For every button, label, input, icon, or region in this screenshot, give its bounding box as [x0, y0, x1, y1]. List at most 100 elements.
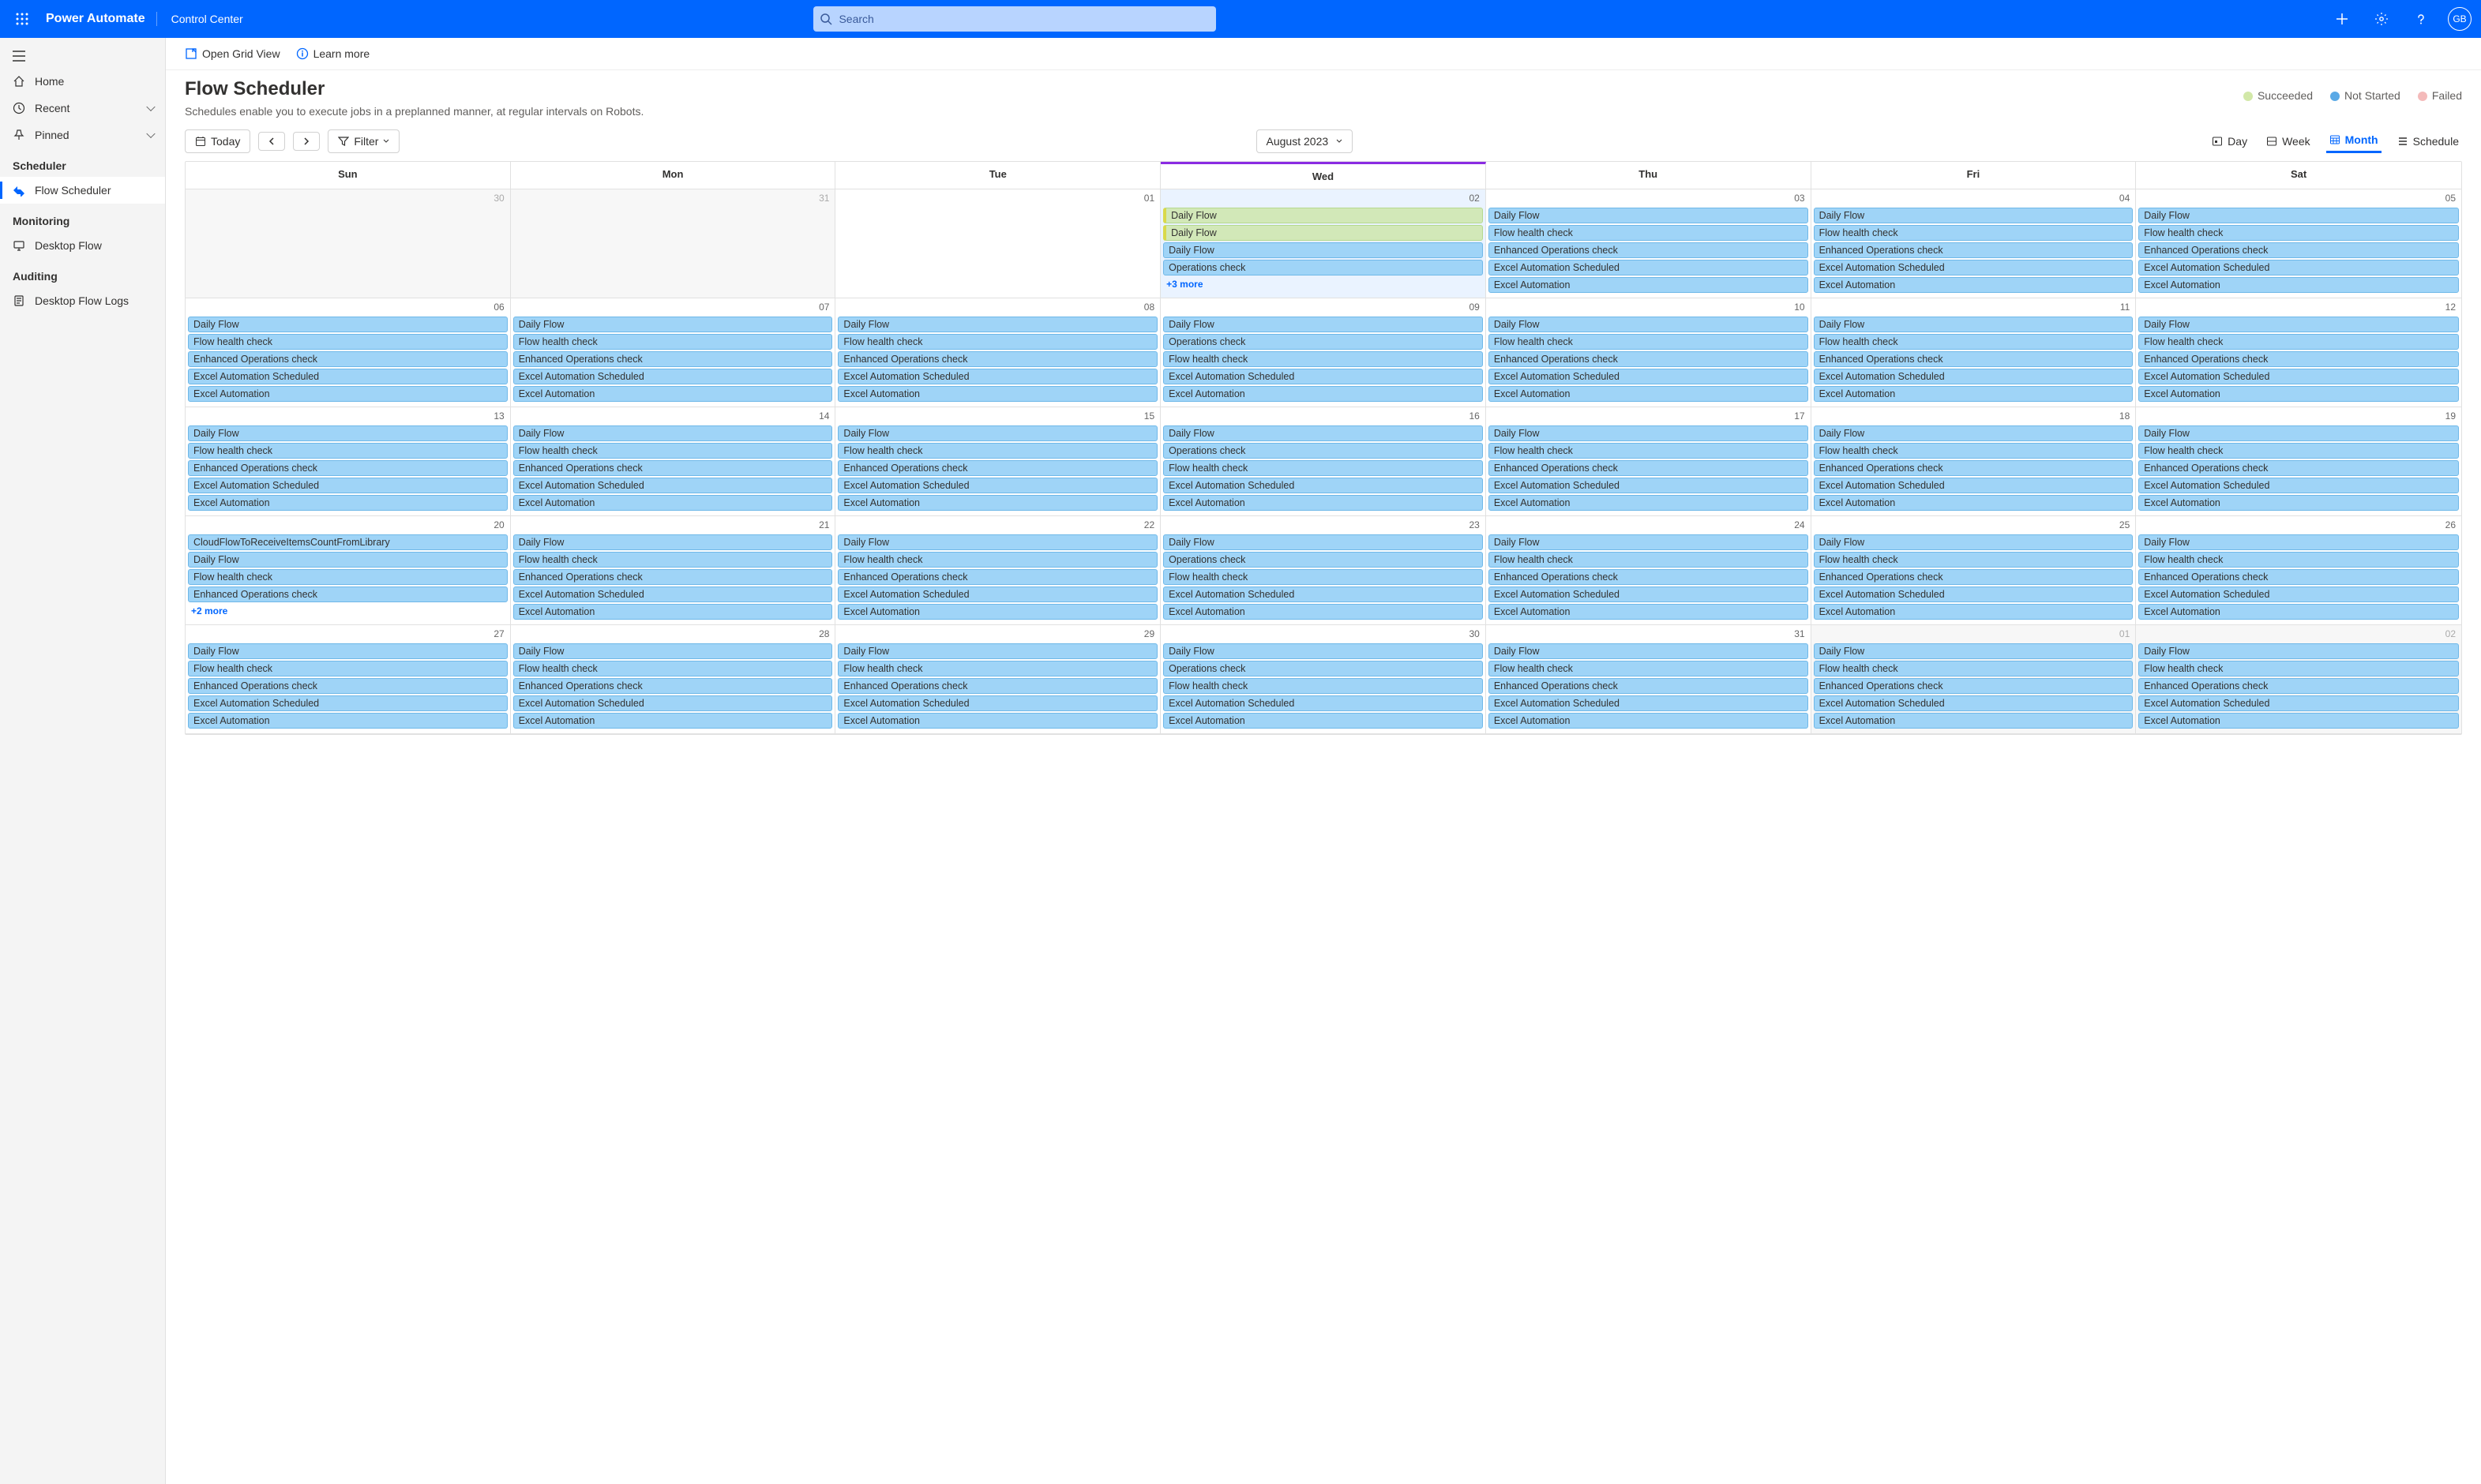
calendar-event[interactable]: Flow health check [188, 334, 508, 350]
calendar-event[interactable]: Enhanced Operations check [513, 460, 833, 476]
settings-icon[interactable] [2369, 6, 2394, 32]
calendar-event[interactable]: Enhanced Operations check [838, 351, 1158, 367]
calendar-event[interactable]: Daily Flow [2138, 425, 2459, 441]
calendar-event[interactable]: Excel Automation Scheduled [1814, 260, 2134, 275]
calendar-event[interactable]: Flow health check [513, 552, 833, 568]
calendar-day[interactable]: 02Daily FlowFlow health checkEnhanced Op… [2136, 625, 2461, 734]
calendar-day[interactable]: 23Daily FlowOperations checkFlow health … [1161, 516, 1486, 625]
sidebar-item-pinned[interactable]: Pinned [0, 122, 165, 148]
calendar-event[interactable]: Excel Automation [513, 386, 833, 402]
calendar-event[interactable]: CloudFlowToReceiveItemsCountFromLibrary [188, 534, 508, 550]
calendar-event[interactable]: Enhanced Operations check [2138, 242, 2459, 258]
calendar-day[interactable]: 18Daily FlowFlow health checkEnhanced Op… [1811, 407, 2137, 516]
calendar-day[interactable]: 03Daily FlowFlow health checkEnhanced Op… [1486, 189, 1811, 298]
calendar-day[interactable]: 14Daily FlowFlow health checkEnhanced Op… [511, 407, 836, 516]
calendar-event[interactable]: Excel Automation [1814, 713, 2134, 729]
sidebar-item-desktop-flow[interactable]: Desktop Flow [0, 232, 165, 259]
calendar-event[interactable]: Enhanced Operations check [1488, 569, 1808, 585]
calendar-event[interactable]: Daily Flow [1488, 643, 1808, 659]
calendar-event[interactable]: Excel Automation Scheduled [1488, 260, 1808, 275]
calendar-event[interactable]: Enhanced Operations check [2138, 569, 2459, 585]
calendar-event[interactable]: Excel Automation [2138, 277, 2459, 293]
calendar-event[interactable]: Flow health check [513, 661, 833, 676]
calendar-event[interactable]: Flow health check [1163, 351, 1483, 367]
calendar-event[interactable]: Excel Automation [2138, 495, 2459, 511]
calendar-event[interactable]: Excel Automation Scheduled [188, 478, 508, 493]
calendar-event[interactable]: Excel Automation [1488, 386, 1808, 402]
calendar-event[interactable]: Excel Automation Scheduled [838, 695, 1158, 711]
prev-button[interactable] [258, 132, 285, 151]
calendar-event[interactable]: Excel Automation [838, 495, 1158, 511]
calendar-event[interactable]: Enhanced Operations check [1814, 242, 2134, 258]
calendar-event[interactable]: Flow health check [1163, 569, 1483, 585]
calendar-event[interactable]: Daily Flow [838, 643, 1158, 659]
calendar-event[interactable]: Excel Automation [1163, 713, 1483, 729]
calendar-event[interactable]: Excel Automation [838, 713, 1158, 729]
calendar-event[interactable]: Daily Flow [188, 425, 508, 441]
calendar-event[interactable]: Flow health check [1488, 334, 1808, 350]
calendar-event[interactable]: Flow health check [1814, 334, 2134, 350]
calendar-event[interactable]: Enhanced Operations check [1814, 460, 2134, 476]
calendar-event[interactable]: Daily Flow [513, 643, 833, 659]
calendar-day[interactable]: 07Daily FlowFlow health checkEnhanced Op… [511, 298, 836, 407]
calendar-event[interactable]: Excel Automation [1488, 604, 1808, 620]
calendar-event[interactable]: Enhanced Operations check [2138, 678, 2459, 694]
calendar-event[interactable]: Daily Flow [1163, 242, 1483, 258]
calendar-event[interactable]: Enhanced Operations check [1488, 678, 1808, 694]
calendar-event[interactable]: Excel Automation [838, 604, 1158, 620]
next-button[interactable] [293, 132, 320, 151]
calendar-day[interactable]: 12Daily FlowFlow health checkEnhanced Op… [2136, 298, 2461, 407]
calendar-event[interactable]: Excel Automation Scheduled [1163, 369, 1483, 384]
calendar-event[interactable]: Enhanced Operations check [1488, 460, 1808, 476]
calendar-event[interactable]: Excel Automation Scheduled [1163, 695, 1483, 711]
calendar-event[interactable]: Excel Automation [1814, 386, 2134, 402]
calendar-event[interactable]: Excel Automation [513, 495, 833, 511]
calendar-event[interactable]: Enhanced Operations check [513, 678, 833, 694]
calendar-event[interactable]: Excel Automation Scheduled [2138, 478, 2459, 493]
learn-more-button[interactable]: Learn more [296, 47, 370, 60]
calendar-event[interactable]: Flow health check [2138, 661, 2459, 676]
calendar-event[interactable]: Daily Flow [1163, 425, 1483, 441]
calendar-event[interactable]: Enhanced Operations check [1814, 569, 2134, 585]
calendar-event[interactable]: Excel Automation Scheduled [1488, 695, 1808, 711]
calendar-event[interactable]: Excel Automation [1488, 495, 1808, 511]
calendar-event[interactable]: Daily Flow [188, 643, 508, 659]
avatar[interactable]: GB [2448, 7, 2472, 31]
view-month[interactable]: Month [2326, 129, 2382, 153]
calendar-event[interactable]: Flow health check [188, 569, 508, 585]
calendar-event[interactable]: Excel Automation [838, 386, 1158, 402]
calendar-event[interactable]: Excel Automation [188, 386, 508, 402]
calendar-event[interactable]: Excel Automation [1488, 277, 1808, 293]
calendar-event[interactable]: Daily Flow [1814, 317, 2134, 332]
calendar-event[interactable]: Excel Automation Scheduled [513, 695, 833, 711]
calendar-event[interactable]: Flow health check [1163, 678, 1483, 694]
calendar-event[interactable]: Daily Flow [188, 552, 508, 568]
calendar-day[interactable]: 02Daily FlowDaily FlowDaily FlowOperatio… [1161, 189, 1486, 298]
calendar-day[interactable]: 22Daily FlowFlow health checkEnhanced Op… [835, 516, 1161, 625]
calendar-event[interactable]: Daily Flow [1163, 225, 1483, 241]
calendar-event[interactable]: Daily Flow [513, 425, 833, 441]
calendar-event[interactable]: Enhanced Operations check [838, 460, 1158, 476]
sidebar-item-flow-scheduler[interactable]: Flow Scheduler [0, 177, 165, 204]
calendar-event[interactable]: Enhanced Operations check [838, 569, 1158, 585]
calendar-event[interactable]: Enhanced Operations check [1488, 351, 1808, 367]
more-events-link[interactable]: +3 more [1163, 277, 1483, 291]
calendar-event[interactable]: Flow health check [2138, 443, 2459, 459]
breadcrumb[interactable]: Control Center [157, 13, 257, 25]
calendar-event[interactable]: Excel Automation [2138, 713, 2459, 729]
calendar-event[interactable]: Daily Flow [1163, 534, 1483, 550]
calendar-event[interactable]: Excel Automation Scheduled [1488, 478, 1808, 493]
calendar-event[interactable]: Operations check [1163, 443, 1483, 459]
calendar-day[interactable]: 26Daily FlowFlow health checkEnhanced Op… [2136, 516, 2461, 625]
view-week[interactable]: Week [2263, 129, 2314, 153]
calendar-day[interactable]: 09Daily FlowOperations checkFlow health … [1161, 298, 1486, 407]
calendar-day[interactable]: 06Daily FlowFlow health checkEnhanced Op… [186, 298, 511, 407]
calendar-event[interactable]: Flow health check [1488, 552, 1808, 568]
calendar-event[interactable]: Enhanced Operations check [188, 351, 508, 367]
calendar-event[interactable]: Daily Flow [1488, 208, 1808, 223]
calendar-event[interactable]: Excel Automation Scheduled [838, 369, 1158, 384]
calendar-day[interactable]: 04Daily FlowFlow health checkEnhanced Op… [1811, 189, 2137, 298]
calendar-event[interactable]: Excel Automation [1163, 604, 1483, 620]
calendar-event[interactable]: Flow health check [838, 552, 1158, 568]
calendar-event[interactable]: Daily Flow [838, 425, 1158, 441]
